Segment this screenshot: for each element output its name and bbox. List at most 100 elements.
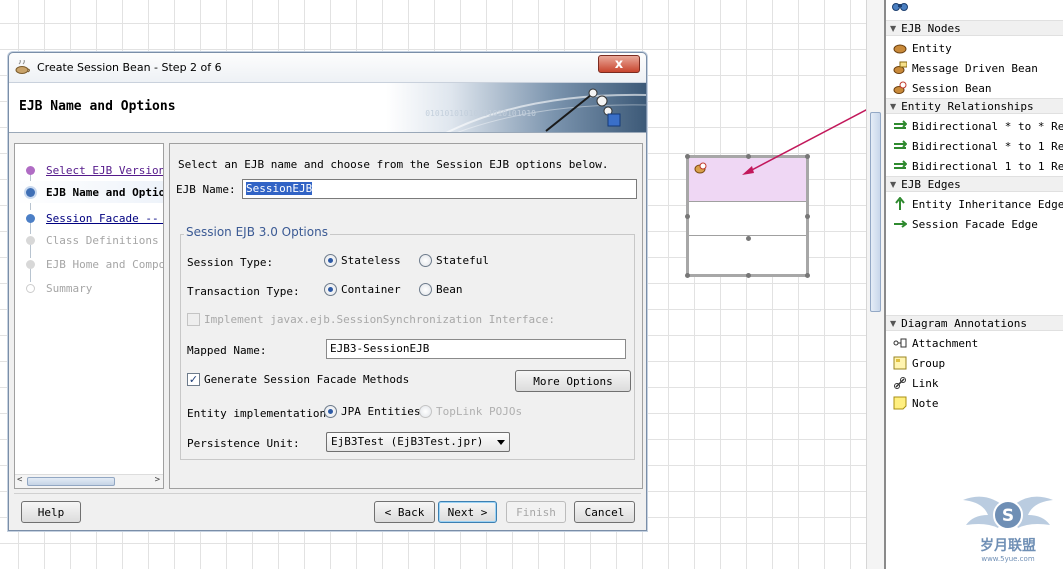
scroll-right-icon[interactable]: > <box>155 475 160 485</box>
bean-radio[interactable]: Bean <box>419 283 463 296</box>
palette-item-entity[interactable]: Entity <box>886 38 1063 58</box>
palette-section-ejb-nodes[interactable]: ▼ EJB Nodes <box>886 20 1063 36</box>
palette-item-attachment[interactable]: Attachment <box>886 333 1063 353</box>
step-label: Class Definitions <box>46 233 159 247</box>
palette-item-message-driven-bean[interactable]: Message Driven Bean <box>886 58 1063 78</box>
jpa-entities-radio[interactable]: JPA Entities <box>324 405 420 418</box>
step-label: EJB Name and Options <box>46 185 163 199</box>
persistence-unit-select[interactable]: EjB3Test (EjB3Test.jpr) <box>326 432 510 452</box>
palette-section-entity-relationships[interactable]: ▼ Entity Relationships <box>886 98 1063 114</box>
node-header[interactable] <box>689 158 806 202</box>
palette-item-session-facade-edge[interactable]: Session Facade Edge <box>886 214 1063 234</box>
palette-item-link[interactable]: Link <box>886 373 1063 393</box>
resize-handle[interactable] <box>805 214 810 219</box>
session-bean-icon <box>694 162 707 174</box>
scrollbar-thumb[interactable] <box>27 477 115 486</box>
mapped-name-label: Mapped Name: <box>187 344 267 357</box>
stateless-radio[interactable]: Stateless <box>324 254 401 267</box>
resize-handle[interactable] <box>685 154 690 159</box>
step-label: EJB Home and Component <box>46 257 163 271</box>
collapse-triangle-icon: ▼ <box>890 23 897 33</box>
entity-implementation-label: Entity implementation: <box>187 407 333 420</box>
session-bean-diagram-node[interactable] <box>685 154 810 278</box>
java-cup-icon <box>15 59 30 74</box>
resize-handle[interactable] <box>746 154 751 159</box>
attachment-icon <box>893 338 907 348</box>
options-content-panel: Select an EJB name and choose from the S… <box>169 143 643 489</box>
watermark-url: www.5yue.com <box>981 555 1034 563</box>
palette-item-bidirectional-one-one[interactable]: Bidirectional 1 to 1 Relationship <box>886 156 1063 176</box>
site-watermark-logo: S 岁月联盟 www.5yue.com <box>963 496 1053 563</box>
palette-section-diagram-annotations[interactable]: ▼ Diagram Annotations <box>886 315 1063 331</box>
close-button[interactable]: x <box>598 55 640 73</box>
binoculars-icon[interactable] <box>892 0 908 12</box>
radio-unselected-icon <box>419 254 432 267</box>
palette-section-ejb-edges[interactable]: ▼ EJB Edges <box>886 176 1063 192</box>
help-button[interactable]: Help <box>21 501 81 523</box>
step-ejb-name-and-options[interactable]: EJB Name and Options <box>15 181 163 203</box>
intro-text: Select an EJB name and choose from the S… <box>178 158 609 171</box>
next-button[interactable]: Next > <box>438 501 497 523</box>
resize-handle[interactable] <box>746 273 751 278</box>
session-ejb-options-group: Session EJB 3.0 Options Session Type: St… <box>180 225 635 460</box>
resize-handle[interactable] <box>685 214 690 219</box>
collapse-triangle-icon: ▼ <box>890 179 897 189</box>
generate-facade-checkbox[interactable]: ✓ Generate Session Facade Methods <box>187 373 409 386</box>
canvas-vertical-scrollbar[interactable] <box>866 0 884 569</box>
step-done-dot-icon <box>26 165 35 175</box>
steps-horizontal-scrollbar[interactable]: < > <box>15 474 163 488</box>
banner-binary-text: 01010101010101010101010 <box>425 109 536 118</box>
step-disabled-dot-icon <box>26 235 35 245</box>
resize-handle[interactable] <box>746 236 751 241</box>
resize-handle[interactable] <box>685 273 690 278</box>
back-button[interactable]: < Back <box>374 501 435 523</box>
palette-item-group[interactable]: Group <box>886 353 1063 373</box>
step-disabled-dot-icon <box>26 259 35 269</box>
ejb-name-input[interactable]: SessionEJB <box>242 179 637 199</box>
inheritance-arrow-icon <box>895 197 905 210</box>
scroll-left-icon[interactable]: < <box>17 475 22 485</box>
finish-button[interactable]: Finish <box>506 501 566 523</box>
ejb-name-value: SessionEJB <box>246 182 313 195</box>
banner-title: EJB Name and Options <box>19 99 176 114</box>
step-disabled-dot-icon <box>26 283 35 293</box>
message-bean-icon <box>893 61 907 74</box>
radio-selected-icon <box>324 254 337 267</box>
ejb-name-label: EJB Name: <box>176 183 236 196</box>
group-title: Session EJB 3.0 Options <box>184 225 330 239</box>
dialog-banner: EJB Name and Options 0101010101010101010… <box>9 83 646 133</box>
node-compartment <box>689 202 806 236</box>
more-options-button[interactable]: More Options <box>515 370 631 392</box>
resize-handle[interactable] <box>805 273 810 278</box>
step-select-ejb-version[interactable]: Select EJB Version <box>15 159 163 181</box>
transaction-type-label: Transaction Type: <box>187 285 300 298</box>
palette-item-entity-inheritance-edge[interactable]: Entity Inheritance Edge <box>886 194 1063 214</box>
step-ejb-home-and-component: EJB Home and Component <box>15 253 163 275</box>
link-icon <box>894 377 906 389</box>
step-next-dot-icon <box>26 213 35 223</box>
palette-item-note[interactable]: Note <box>886 393 1063 413</box>
chevron-down-icon <box>497 440 505 445</box>
watermark-letter: S <box>1002 506 1014 526</box>
mapped-name-input[interactable]: EJB3-SessionEJB <box>326 339 626 359</box>
toplink-pojos-radio[interactable]: TopLink POJOs <box>419 405 522 418</box>
container-radio[interactable]: Container <box>324 283 401 296</box>
stateful-radio[interactable]: Stateful <box>419 254 489 267</box>
collapse-triangle-icon: ▼ <box>890 101 897 111</box>
collapse-triangle-icon: ▼ <box>890 318 897 328</box>
cancel-button[interactable]: Cancel <box>574 501 635 523</box>
create-session-bean-dialog: Create Session Bean - Step 2 of 6 x EJB … <box>8 52 647 531</box>
palette-item-bidirectional-many-one[interactable]: Bidirectional * to 1 Relationship <box>886 136 1063 156</box>
step-current-dot-icon <box>26 187 35 197</box>
resize-handle[interactable] <box>805 154 810 159</box>
step-session-facade[interactable]: Session Facade -- Settings <box>15 207 163 229</box>
radio-unselected-icon <box>419 283 432 296</box>
palette-item-session-bean[interactable]: Session Bean <box>886 78 1063 98</box>
dialog-titlebar[interactable]: Create Session Bean - Step 2 of 6 x <box>9 53 646 83</box>
watermark-brand: 岁月联盟 <box>980 537 1036 554</box>
palette-item-bidirectional-many-many[interactable]: Bidirectional * to * Relationship <box>886 116 1063 136</box>
step-label: Summary <box>46 281 93 295</box>
implement-session-sync-checkbox[interactable]: Implement javax.ejb.SessionSynchronizati… <box>187 313 555 326</box>
radio-unselected-icon <box>419 405 432 418</box>
scrollbar-thumb[interactable] <box>870 112 881 312</box>
